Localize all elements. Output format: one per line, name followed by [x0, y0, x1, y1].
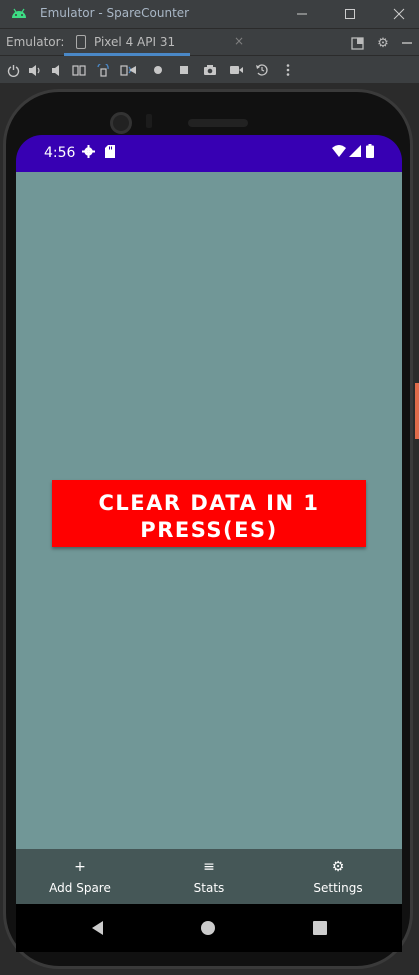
- settings-button[interactable]: ⚙: [374, 34, 392, 52]
- overview-square-icon[interactable]: [310, 918, 330, 938]
- plus-icon: +: [74, 859, 86, 875]
- video-camera-icon: [229, 66, 243, 74]
- overview-button[interactable]: [175, 61, 193, 79]
- bottom-navigation: + Add Spare ≡ Stats ⚙ Settings: [16, 849, 402, 904]
- status-bar: 4:56: [16, 135, 402, 172]
- menu-icon: ≡: [203, 859, 215, 875]
- minimize-panel-button[interactable]: [398, 34, 416, 52]
- window-mode-icon: [350, 36, 364, 50]
- volume-up-button[interactable]: [26, 61, 44, 79]
- gear-icon: ⚙: [331, 859, 345, 875]
- home-button[interactable]: [149, 61, 167, 79]
- back-triangle-icon: [129, 66, 136, 74]
- rotate-right-button[interactable]: [94, 61, 112, 79]
- screenshot-button[interactable]: [201, 61, 219, 79]
- window-titlebar: Emulator - SpareCounter: [0, 0, 419, 28]
- rotate-left-icon: [72, 64, 86, 76]
- device-screen[interactable]: 4:56 CLEAR DATA IN 1 PRESS(ES) + Add Spa…: [16, 135, 402, 905]
- tab-label: Pixel 4 API 31: [94, 35, 176, 49]
- android-icon: [12, 8, 26, 18]
- sd-card-icon: [105, 145, 115, 158]
- device-icon: [76, 35, 86, 49]
- tab-close-icon[interactable]: ×: [234, 34, 244, 48]
- side-button[interactable]: [415, 383, 419, 439]
- system-navigation-bar: [16, 904, 402, 952]
- home-circle-icon[interactable]: [198, 918, 218, 938]
- close-icon: [393, 8, 405, 20]
- back-button[interactable]: [123, 61, 141, 79]
- emulator-tabbar: Emulator: Pixel 4 API 31 × ⚙: [0, 28, 419, 56]
- emulator-toolbar: [0, 57, 419, 83]
- nav-label-add-spare: Add Spare: [49, 881, 111, 895]
- close-window-button[interactable]: [389, 4, 409, 24]
- sensor: [146, 114, 152, 128]
- clear-data-label-line1: CLEAR DATA IN 1: [98, 490, 320, 515]
- app-content: CLEAR DATA IN 1 PRESS(ES): [16, 172, 402, 856]
- nav-settings[interactable]: ⚙ Settings: [274, 849, 402, 904]
- minimize-icon: [402, 42, 412, 44]
- settings-gear-icon: [82, 145, 95, 158]
- maximize-button[interactable]: [340, 4, 360, 24]
- volume-down-icon: [52, 64, 59, 76]
- nav-add-spare[interactable]: + Add Spare: [16, 849, 144, 904]
- cellular-signal-icon: [349, 145, 361, 157]
- wifi-icon: [332, 145, 346, 157]
- camera-icon: [204, 65, 216, 75]
- back-triangle-icon[interactable]: [88, 918, 108, 938]
- nav-label-settings: Settings: [313, 881, 363, 895]
- minimize-button[interactable]: [292, 4, 312, 24]
- rotate-left-button[interactable]: [70, 61, 88, 79]
- home-circle-icon: [154, 66, 162, 74]
- snapshot-icon: [256, 64, 268, 76]
- clear-data-label-line2: PRESS(ES): [140, 517, 278, 542]
- tab-pixel-4[interactable]: Pixel 4 API 31 ×: [64, 29, 244, 56]
- battery-icon: [366, 144, 374, 158]
- snapshot-button[interactable]: [253, 61, 271, 79]
- overview-square-icon: [180, 66, 188, 74]
- clear-data-button[interactable]: CLEAR DATA IN 1 PRESS(ES): [52, 480, 366, 547]
- earpiece-speaker: [188, 119, 248, 127]
- rotate-icon: [97, 63, 109, 77]
- window-mode-button[interactable]: [348, 34, 366, 52]
- record-button[interactable]: [227, 61, 245, 79]
- nav-label-stats: Stats: [193, 881, 225, 895]
- volume-up-icon: [29, 64, 40, 76]
- minimize-icon: [297, 13, 307, 15]
- front-camera: [110, 112, 132, 134]
- more-options-button[interactable]: [279, 61, 297, 79]
- more-vert-icon: [286, 64, 290, 76]
- window-title: Emulator - SpareCounter: [40, 6, 190, 20]
- status-time: 4:56: [44, 145, 76, 161]
- power-icon: [7, 64, 19, 77]
- volume-down-button[interactable]: [48, 61, 66, 79]
- nav-stats[interactable]: ≡ Stats: [145, 849, 273, 904]
- power-button[interactable]: [4, 61, 22, 79]
- gear-icon: ⚙: [377, 35, 389, 51]
- maximize-icon: [345, 9, 355, 19]
- emulator-label: Emulator:: [6, 35, 65, 49]
